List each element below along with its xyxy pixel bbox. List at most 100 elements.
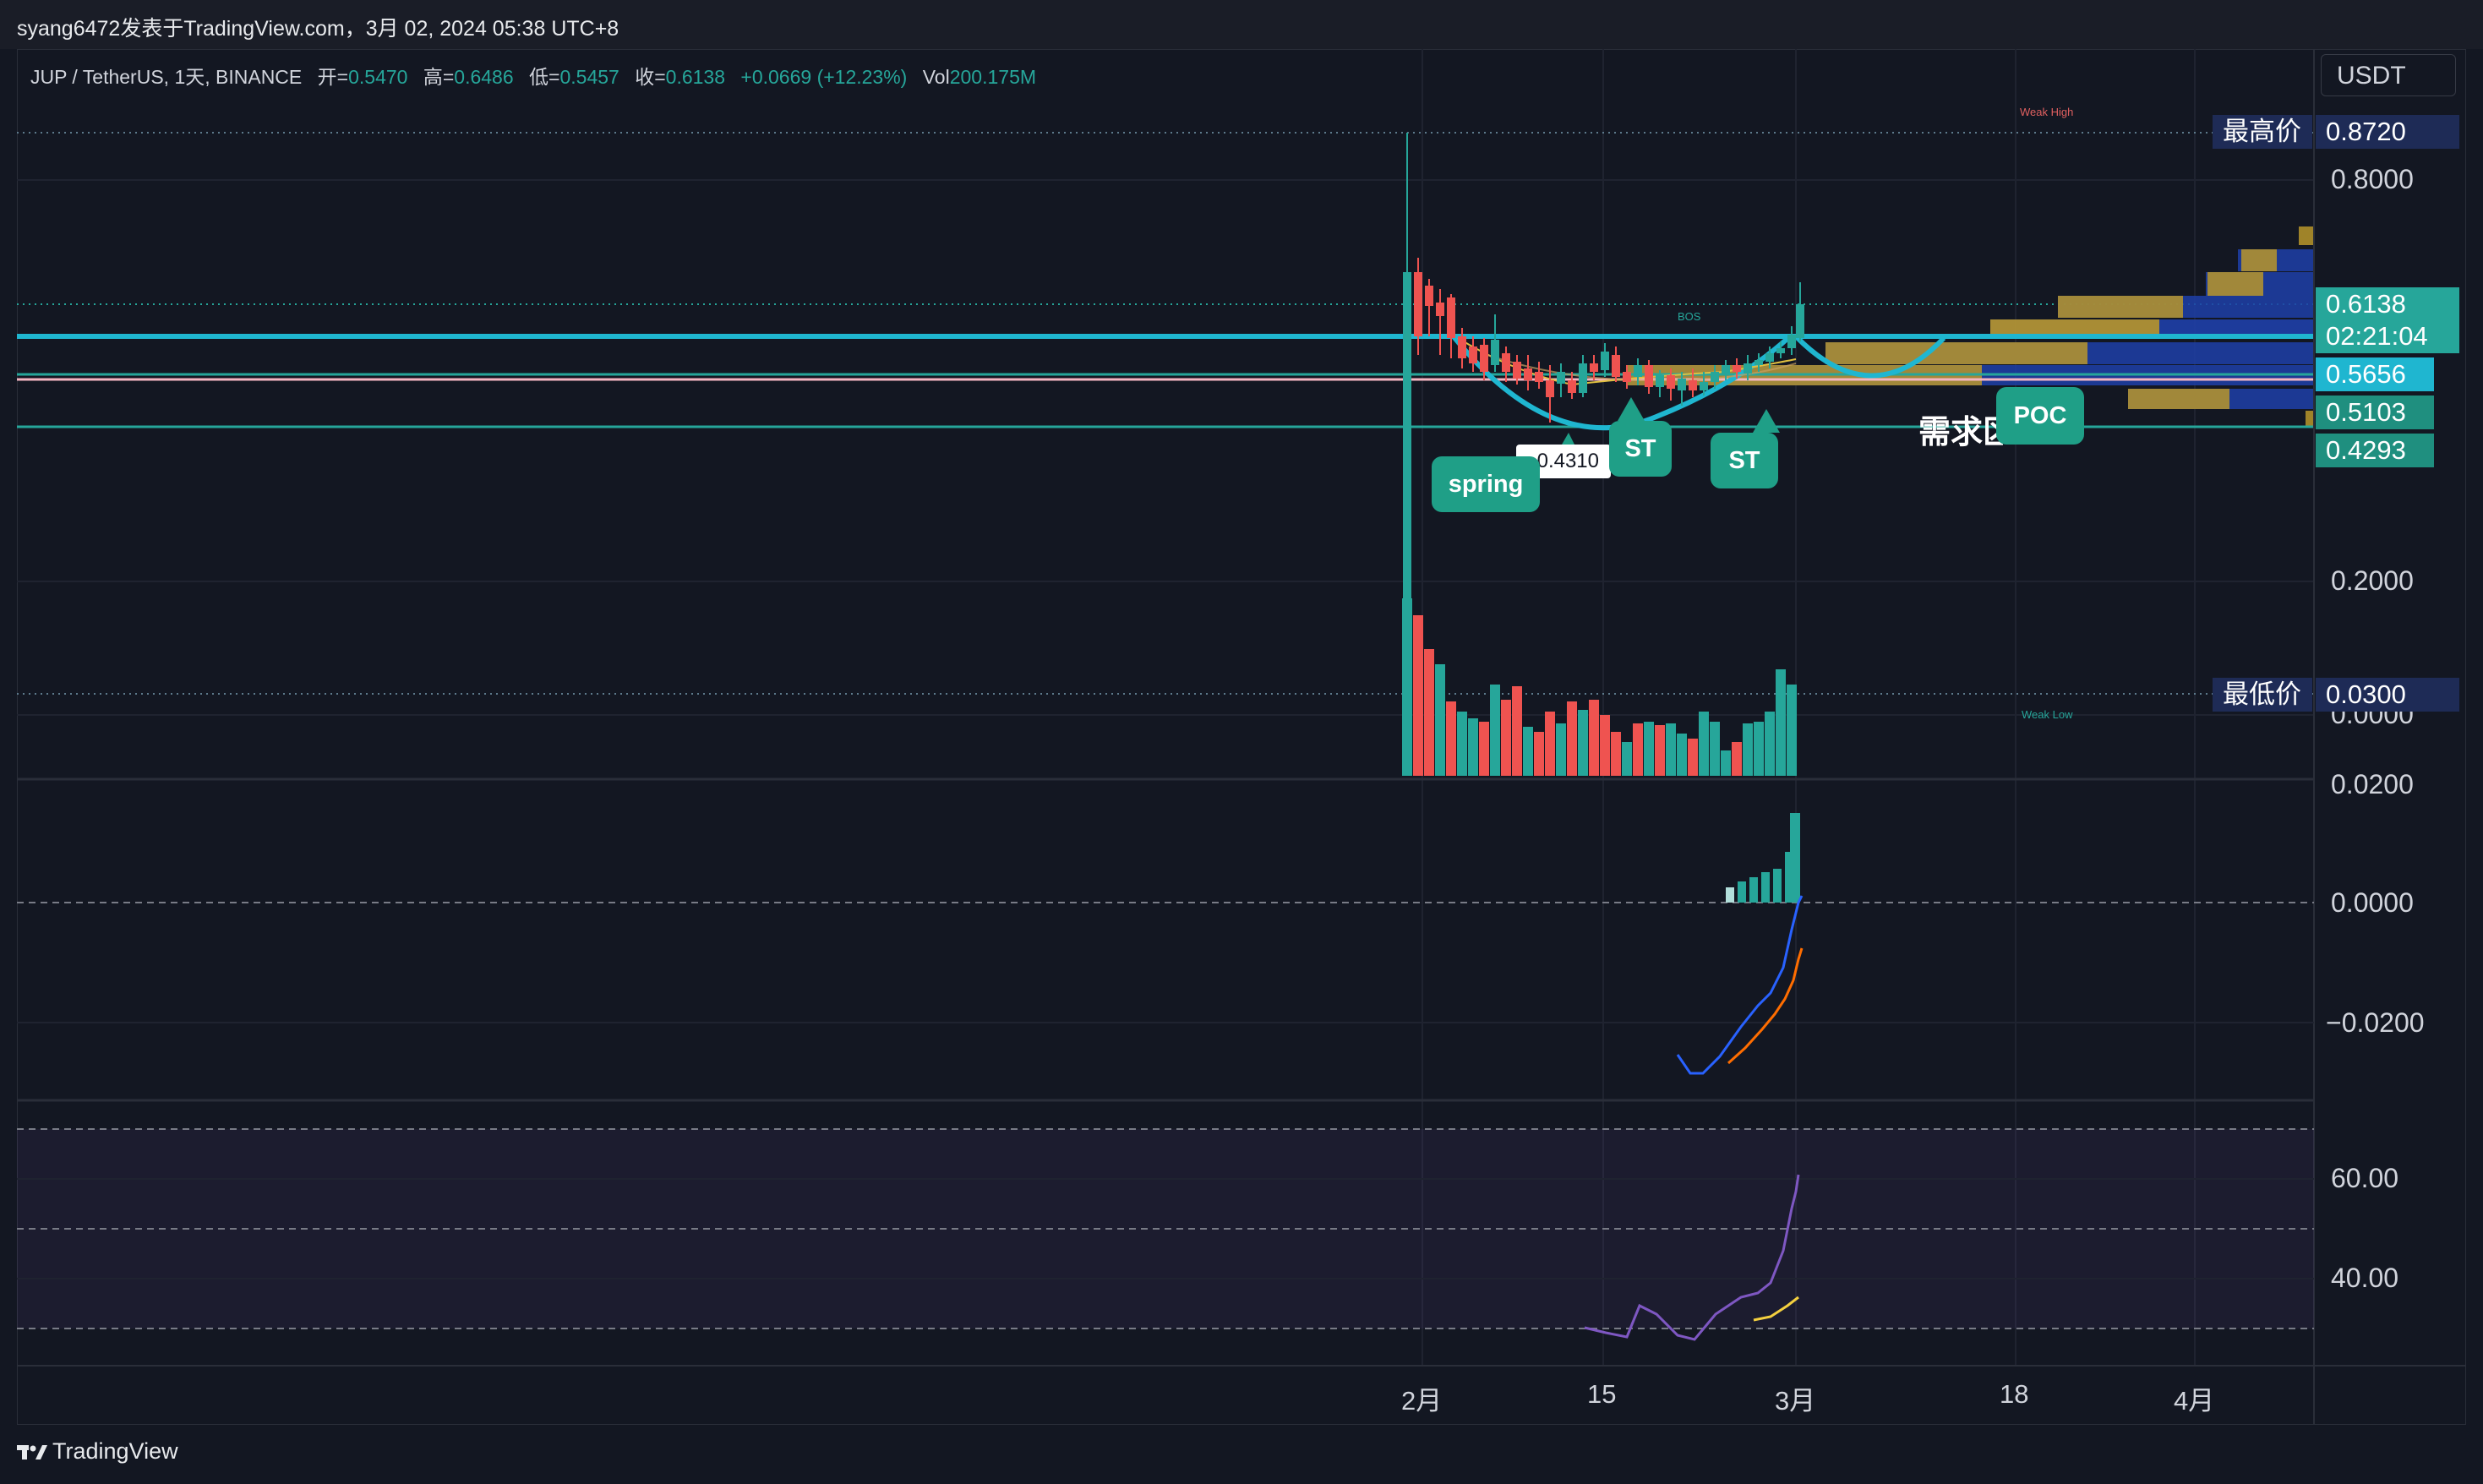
currency-button[interactable]: USDT: [2321, 54, 2456, 96]
volume-bar: [1589, 700, 1599, 776]
volume-bar: [1578, 710, 1588, 776]
signal-line: [1727, 947, 1804, 1065]
weak-low-label: Weak Low: [2022, 708, 2073, 721]
volume-bar: [1776, 669, 1786, 776]
change-value: +0.0669 (+12.23%): [740, 66, 908, 88]
macd-histogram: [1726, 813, 1800, 903]
low-price-value: 0.0300: [2316, 678, 2459, 712]
close-label: 收=: [635, 66, 666, 88]
close-value: 0.6138: [665, 66, 726, 88]
volume-bar: [1765, 712, 1775, 776]
st-pointer: [1618, 397, 1645, 421]
symbol-name[interactable]: JUP / TetherUS, 1天, BINANCE: [30, 66, 302, 88]
vp-bar: [2128, 389, 2229, 409]
volume-bar: [1743, 723, 1753, 776]
vp-bar: [1825, 342, 2087, 364]
volume-bar: [1567, 701, 1577, 776]
candle-body: [1689, 380, 1697, 390]
macd-hist-bar: [1738, 881, 1746, 903]
candle-body: [1458, 336, 1466, 358]
high-label: 高=: [423, 66, 455, 88]
candle-body: [1579, 363, 1587, 393]
spring-annotation[interactable]: spring: [1432, 456, 1540, 512]
last-price-tag: 0.6138: [2316, 287, 2459, 321]
candle-body: [1754, 360, 1763, 365]
vp-bar: [2241, 249, 2277, 271]
poc-annotation[interactable]: POC: [1996, 387, 2084, 445]
candle-body: [1535, 372, 1543, 382]
candle-body: [1796, 304, 1804, 338]
vp-bar: [2306, 411, 2314, 428]
chart-canvas[interactable]: [0, 0, 2483, 1484]
candle-body: [1447, 297, 1455, 338]
st-annotation[interactable]: ST: [1609, 421, 1672, 477]
footer-bar: [0, 1425, 2483, 1484]
candle-body: [1469, 346, 1477, 363]
macd-hist-bar: [1790, 813, 1800, 903]
volume-bar: [1468, 718, 1478, 776]
volume-bar: [1402, 598, 1412, 776]
st-annotation[interactable]: ST: [1711, 433, 1778, 488]
volume-bar: [1754, 722, 1764, 776]
volume-bar: [1611, 732, 1621, 776]
volume-bar: [1655, 725, 1665, 776]
macd-hist-bar: [1761, 872, 1770, 903]
vp-bar: [2207, 272, 2263, 296]
candle-body: [1568, 380, 1576, 393]
volume-bar: [1732, 742, 1742, 776]
rsi-tick: 40.00: [2331, 1263, 2399, 1293]
candle-body: [1667, 375, 1675, 389]
vp-bar: [2299, 226, 2314, 245]
candle-body: [1678, 379, 1686, 390]
candle-body: [1425, 286, 1433, 306]
candle-body: [1557, 372, 1565, 384]
open-value: 0.5470: [348, 66, 408, 88]
volume-bar: [1545, 712, 1555, 776]
candle-body: [1601, 352, 1609, 370]
volume-bar: [1479, 722, 1489, 776]
tradingview-logo[interactable]: TradingView: [17, 1438, 178, 1465]
time-label: 18: [2000, 1379, 2029, 1409]
st-pointer: [1753, 409, 1780, 433]
bar-countdown: 02:21:04: [2316, 319, 2459, 353]
candle-body: [1612, 355, 1620, 377]
time-label: 4月: [2174, 1386, 2215, 1416]
macd-tick: 0.0000: [2331, 887, 2414, 918]
volume-bar: [1600, 715, 1610, 776]
macd-hist-bar: [1749, 877, 1758, 903]
candle-body: [1436, 303, 1444, 316]
open-label: 开=: [317, 66, 349, 88]
candle-body: [1733, 365, 1741, 372]
candle-body: [1634, 365, 1642, 377]
bos-label: BOS: [1678, 310, 1701, 323]
candle-body: [1645, 365, 1653, 387]
low-label: 低=: [529, 66, 560, 88]
volume-bar: [1622, 742, 1632, 776]
level-tag-0.5103: 0.5103: [2316, 396, 2434, 429]
tradingview-brand: TradingView: [52, 1438, 178, 1464]
volume-bar: [1446, 701, 1456, 776]
symbol-legend[interactable]: JUP / TetherUS, 1天, BINANCE 开=0.5470 高= 0…: [30, 61, 1036, 90]
candle-body: [1590, 363, 1598, 372]
candle-body: [1656, 375, 1664, 387]
level-tag-0.4293: 0.4293: [2316, 434, 2434, 467]
candle-body: [1513, 362, 1521, 379]
low-value: 0.5457: [559, 66, 619, 88]
candle-body: [1546, 380, 1554, 397]
price-tick: 0.8000: [2331, 164, 2414, 194]
macd-tick: −0.0200: [2326, 1007, 2425, 1038]
candle-body: [1502, 353, 1510, 372]
candle-body: [1480, 345, 1488, 372]
rsi-tick: 60.00: [2331, 1163, 2399, 1193]
price-tick: 0.2000: [2331, 565, 2414, 596]
time-label: 3月: [1775, 1386, 1816, 1416]
weak-high-label: Weak High: [2020, 106, 2074, 118]
volume-bar: [1666, 723, 1676, 776]
volume-bar: [1721, 750, 1731, 776]
candle-body: [1744, 363, 1752, 374]
candle-body: [1491, 340, 1499, 365]
high-price-value: 0.8720: [2316, 115, 2459, 149]
volume-bar: [1523, 727, 1533, 776]
macd-line: [1676, 895, 1804, 1075]
macd-hist-bar: [1726, 887, 1734, 903]
